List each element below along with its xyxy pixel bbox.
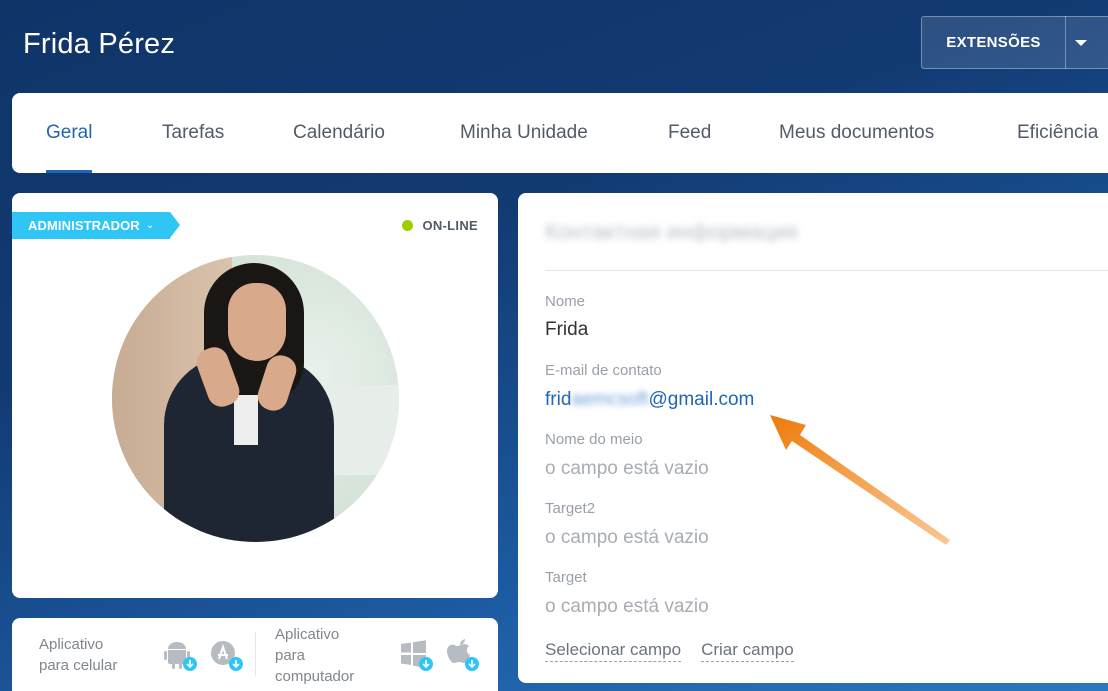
appstore-download-icon[interactable] [210,640,244,672]
field-label-nome: Nome [545,293,586,310]
android-download-icon[interactable] [164,640,198,672]
page-title: Frida Pérez [23,28,176,60]
mobile-app-label-line2: para celular [39,657,118,674]
apple-download-icon[interactable] [446,638,480,672]
desktop-app-label: Aplicativo para computador [275,624,354,687]
email-masked-part: aemcsoft [571,389,649,410]
profile-card: ADMINISTRADOR ⌄ ON-LINE [12,193,498,598]
profile-tabs: Geral Tarefas Calendário Minha Unidade F… [12,93,1108,173]
role-badge[interactable]: ADMINISTRADOR ⌄ [12,212,180,239]
field-actions: Selecionar campo Criar campo [545,640,794,662]
desktop-app-label-line1: Aplicativo [275,626,340,643]
tab-minha-unidade[interactable]: Minha Unidade [460,93,588,173]
tab-eficiencia[interactable]: Eficiência [1017,93,1098,173]
online-status-label: ON-LINE [422,218,478,233]
avatar-face [228,283,286,361]
apps-divider [255,632,256,676]
chevron-down-icon: ⌄ [145,220,155,231]
email-suffix: @gmail.com [648,389,755,410]
tab-geral[interactable]: Geral [46,93,93,173]
tab-feed[interactable]: Feed [668,93,711,173]
field-label-target2: Target2 [545,500,596,517]
apps-card: Aplicativo para celular Aplicativo para … [12,618,498,691]
tab-tarefas[interactable]: Tarefas [162,93,224,173]
mobile-app-label-line1: Aplicativo [39,636,104,653]
desktop-app-label-line2: para [275,647,306,664]
field-label-target: Target [545,569,587,586]
select-field-link[interactable]: Selecionar campo [545,640,682,662]
annotation-arrow-icon [770,415,950,545]
extensions-button[interactable]: EXTENSÕES [921,16,1108,69]
field-value-target2[interactable]: o campo está vazio [545,527,709,549]
field-value-nome-do-meio[interactable]: o campo está vazio [545,458,709,480]
contact-info-title: Контактная информация [545,219,798,244]
field-value-nome[interactable]: Frida [545,319,588,341]
mobile-app-label: Aplicativo para celular [39,634,117,676]
online-dot-icon [402,220,414,231]
field-value-email[interactable]: fridaemcsoft@gmail.com [545,389,754,411]
field-label-nome-do-meio: Nome do meio [545,431,643,448]
extensions-dropdown-toggle[interactable] [1066,39,1108,46]
email-prefix: frid [545,389,572,410]
role-badge-label: ADMINISTRADOR [28,218,140,233]
caret-down-icon [1075,39,1087,46]
windows-download-icon[interactable] [400,640,434,672]
tab-meus-documentos[interactable]: Meus documentos [779,93,934,173]
tab-calendario[interactable]: Calendário [293,93,385,173]
avatar[interactable] [112,255,399,542]
contact-divider [545,270,1108,271]
extensions-button-label: EXTENSÕES [946,34,1041,51]
online-status: ON-LINE [402,218,478,233]
create-field-link[interactable]: Criar campo [701,640,794,662]
field-label-email: E-mail de contato [545,362,662,379]
field-value-target[interactable]: o campo está vazio [545,596,709,618]
desktop-app-label-line3: computador [275,668,355,685]
avatar-shirt [234,395,258,445]
